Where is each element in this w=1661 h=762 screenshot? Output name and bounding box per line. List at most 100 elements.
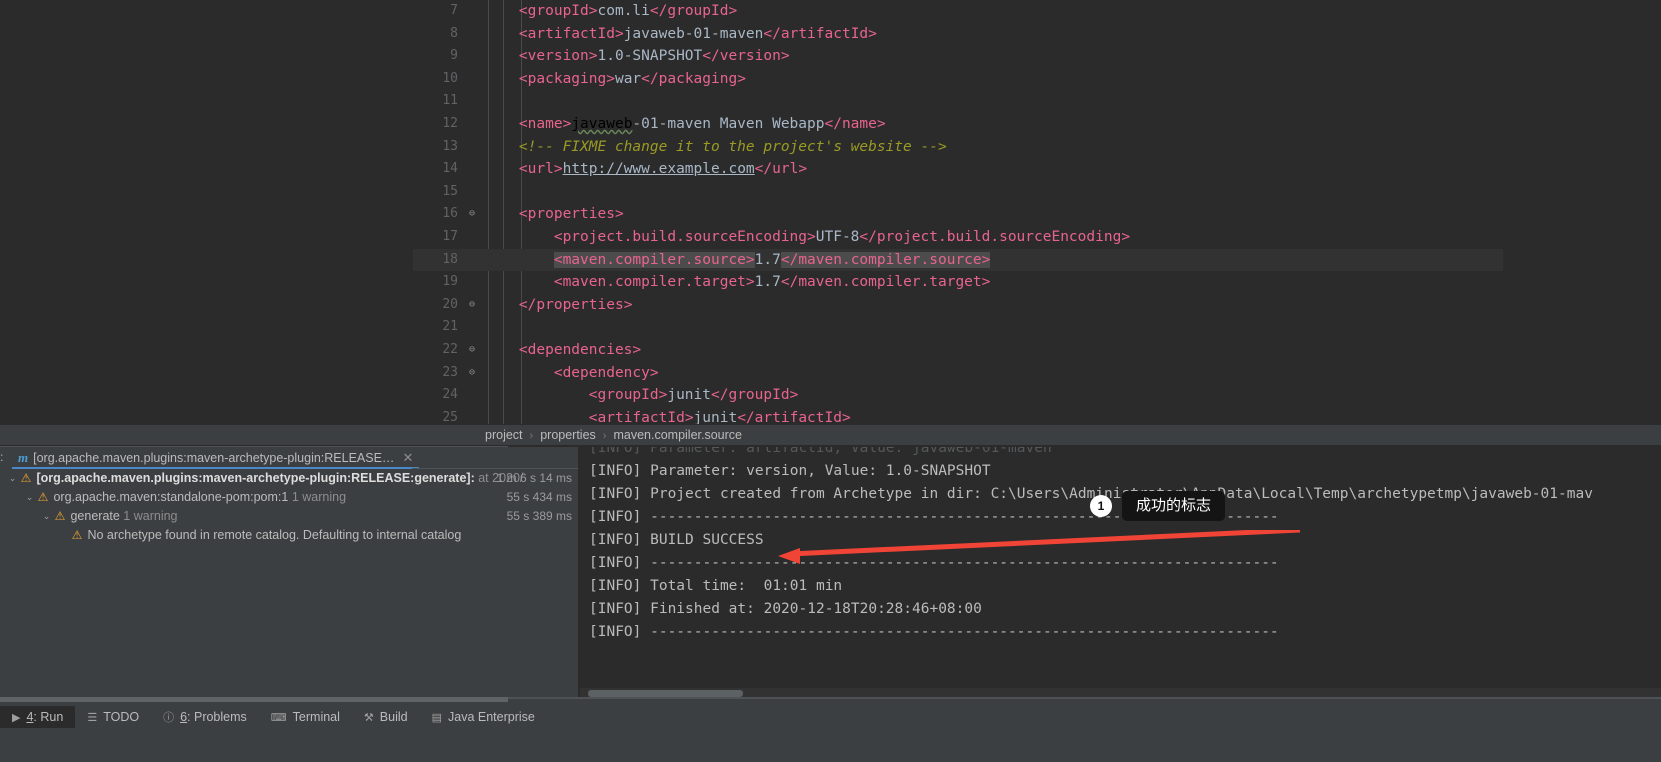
- line-number: 24: [442, 387, 458, 403]
- code-text: <dependencies>: [518, 341, 642, 358]
- line-number: 14: [442, 161, 458, 177]
- tool-window-button-todo[interactable]: ☰ TODO: [75, 706, 151, 728]
- line-number: 9: [450, 48, 458, 64]
- line-number: 8: [450, 25, 458, 41]
- fold-toggle-icon[interactable]: ⊖: [460, 362, 484, 385]
- console-scrollbar-track[interactable]: [580, 688, 1661, 697]
- tool-window-shortcut-number: 4: [26, 710, 34, 724]
- chevron-down-icon[interactable]: ⌄: [40, 507, 53, 526]
- code-line[interactable]: 13 <!-- FIXME change it to the project's…: [413, 136, 1503, 159]
- code-line[interactable]: 11: [413, 90, 1503, 113]
- tree-row-label: generate: [67, 509, 120, 523]
- tool-window-button-problems[interactable]: ⓘ 6: Problems: [151, 706, 259, 728]
- tool-window-button-build[interactable]: ⚒ Build: [352, 706, 420, 728]
- chevron-down-icon[interactable]: ⌄: [6, 469, 19, 488]
- code-text: <name>javaweb-01-maven Maven Webapp</nam…: [518, 115, 886, 132]
- tree-row[interactable]: ⌄ ⚠ generate 1 warning 55 s 389 ms: [0, 507, 580, 526]
- breadcrumb[interactable]: project › properties › maven.compiler.source: [485, 425, 742, 446]
- fold-toggle-icon[interactable]: ⊖: [460, 203, 484, 226]
- line-number: 7: [450, 3, 458, 18]
- tree-row-duration: 55 s 389 ms: [506, 509, 572, 523]
- run-tab-label: [org.apache.maven.plugins:maven-archetyp…: [33, 451, 395, 465]
- tool-window-button-javaenterprise[interactable]: ▤ Java Enterprise: [420, 706, 547, 728]
- tree-row-label: org.apache.maven:standalone-pom:pom:1: [50, 490, 289, 504]
- code-line[interactable]: 10 <packaging>war</packaging>: [413, 68, 1503, 91]
- code-line[interactable]: 9 <version>1.0-SNAPSHOT</version>: [413, 45, 1503, 68]
- code-line[interactable]: 16 ⊖ <properties>: [413, 203, 1503, 226]
- breadcrumb-bar: project › properties › maven.compiler.source: [0, 424, 1661, 445]
- code-line[interactable]: 20 ⊖ </properties>: [413, 294, 1503, 317]
- code-line[interactable]: 12 <name>javaweb-01-maven Maven Webapp</…: [413, 113, 1503, 136]
- run-panel-prefix: :: [0, 450, 4, 464]
- chevron-right-icon: ›: [602, 430, 607, 442]
- tool-window-button-run[interactable]: ▶ 4: Run: [0, 706, 76, 728]
- tree-row-label: [org.apache.maven.plugins:maven-archetyp…: [33, 471, 475, 485]
- annotation-label: 成功的标志: [1122, 491, 1226, 521]
- tool-window-button-terminal[interactable]: ⌨ Terminal: [259, 706, 352, 728]
- chevron-down-icon[interactable]: ⌄: [23, 488, 36, 507]
- code-text: <properties>: [518, 206, 624, 223]
- code-line[interactable]: 14 <url>http://www.example.com</url>: [413, 158, 1503, 181]
- code-line[interactable]: 24 <groupId>junit</groupId>: [413, 384, 1503, 407]
- warning-icon: ⚠: [71, 528, 83, 543]
- editor-left-margin: [0, 0, 413, 424]
- code-text: <!-- FIXME change it to the project's we…: [518, 138, 947, 155]
- console-output: [INFO] Parameter: artifactId, Value: jav…: [580, 447, 1661, 644]
- code-line[interactable]: 7 <groupId>com.li</groupId>: [413, 0, 1503, 23]
- code-text: <url>http://www.example.com</url>: [518, 161, 808, 178]
- status-bar-top-rule: [0, 697, 1661, 702]
- code-text: <artifactId>junit</artifactId>: [588, 409, 851, 424]
- code-text-area[interactable]: 7 <groupId>com.li</groupId> 8 <artifactId…: [413, 0, 1503, 424]
- console-horizontal-scrollbar[interactable]: [588, 690, 743, 697]
- console-line: [INFO] Project created from Archetype in…: [589, 486, 1593, 502]
- build-hammer-icon: ⚒: [363, 711, 374, 724]
- breadcrumb-item[interactable]: project: [485, 428, 523, 442]
- fold-toggle-icon[interactable]: ⊖: [460, 339, 484, 362]
- run-console[interactable]: [INFO] Parameter: artifactId, Value: jav…: [580, 447, 1661, 697]
- annotation-badge: 1: [1090, 495, 1112, 517]
- warning-icon: ⚠: [37, 490, 49, 505]
- code-line[interactable]: 18 <maven.compiler.source>1.7</maven.com…: [413, 248, 1503, 272]
- editor-right-margin: [1503, 0, 1661, 424]
- line-number: 15: [442, 183, 458, 199]
- tree-row[interactable]: ⌄ ⚠ [org.apache.maven.plugins:maven-arche…: [0, 469, 580, 488]
- tool-window-button-label: TODO: [103, 710, 140, 724]
- breadcrumb-item[interactable]: properties: [540, 428, 596, 442]
- ide-window: 7 <groupId>com.li</groupId> 8 <artifactId…: [0, 0, 1661, 762]
- fold-toggle-icon[interactable]: ⊖: [460, 294, 484, 317]
- tree-row-label: No archetype found in remote catalog. De…: [84, 528, 462, 542]
- code-line[interactable]: 19 <maven.compiler.target>1.7</maven.com…: [413, 271, 1503, 294]
- tree-row[interactable]: ⌄ ⚠ org.apache.maven:standalone-pom:pom:1…: [0, 488, 580, 507]
- build-tree[interactable]: ⌄ ⚠ [org.apache.maven.plugins:maven-arche…: [0, 469, 580, 697]
- tree-row[interactable]: ⚠ No archetype found in remote catalog. …: [0, 526, 580, 545]
- code-text: <project.build.sourceEncoding>UTF-8</pro…: [553, 228, 1131, 245]
- breadcrumb-item[interactable]: maven.compiler.source: [613, 428, 742, 442]
- code-line[interactable]: 25 <artifactId>junit</artifactId>: [413, 407, 1503, 424]
- run-tab-maven-archetype[interactable]: m [org.apache.maven.plugins:maven-archety…: [12, 447, 420, 469]
- code-line[interactable]: 17 <project.build.sourceEncoding>UTF-8</…: [413, 226, 1503, 249]
- code-line[interactable]: 21: [413, 316, 1503, 339]
- bottom-horizontal-scrollbar[interactable]: [0, 697, 508, 702]
- code-line[interactable]: 8 <artifactId>javaweb-01-maven</artifact…: [413, 23, 1503, 46]
- code-text: <packaging>war</packaging>: [518, 70, 746, 87]
- close-icon[interactable]: ✕: [402, 447, 413, 469]
- tree-row-suffix: 1 warning: [288, 490, 347, 504]
- code-line[interactable]: 22 ⊖ <dependencies>: [413, 339, 1503, 362]
- code-line[interactable]: 23 ⊖ <dependency>: [413, 362, 1503, 385]
- console-line: [INFO] Parameter: artifactId, Value: jav…: [589, 447, 1052, 456]
- tool-window-button-label: : Run: [33, 710, 64, 724]
- console-line: [INFO] BUILD SUCCESS: [589, 532, 764, 548]
- line-number: 17: [442, 228, 458, 244]
- code-editor[interactable]: 7 <groupId>com.li</groupId> 8 <artifactId…: [0, 0, 1661, 424]
- tree-row-duration: 55 s 434 ms: [506, 490, 572, 504]
- terminal-icon: ⌨: [270, 711, 287, 724]
- line-number: 11: [442, 93, 458, 109]
- line-number: 19: [442, 274, 458, 290]
- console-line: [INFO] ---------------------------------…: [589, 555, 1279, 571]
- line-number: 10: [442, 70, 458, 86]
- code-line[interactable]: 15: [413, 181, 1503, 204]
- run-tab-row: : m [org.apache.maven.plugins:maven-arche…: [0, 447, 580, 469]
- status-bar-fill: [0, 728, 1661, 762]
- problems-icon: ⓘ: [163, 712, 175, 724]
